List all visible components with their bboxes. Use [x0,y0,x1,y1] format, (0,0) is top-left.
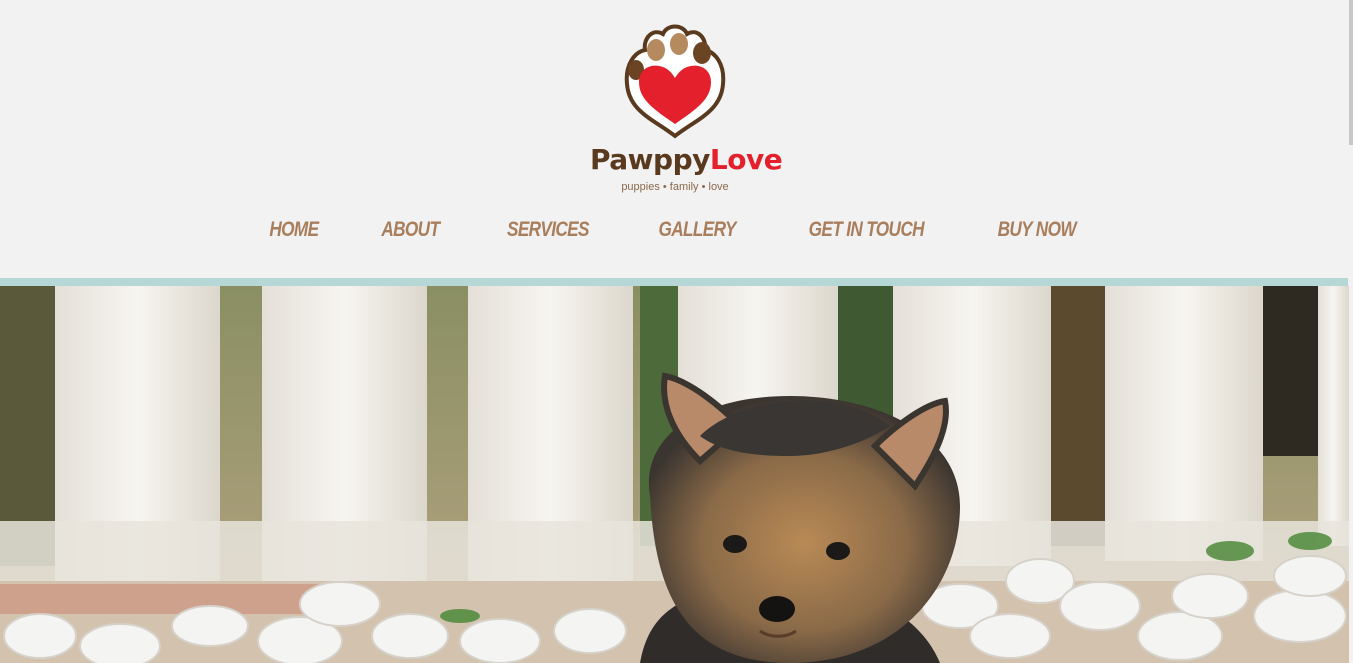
brand-name: PawppyLove [590,143,783,176]
nav-about[interactable]: ABOUT [360,212,461,252]
brand-tagline: puppies • family • love [621,181,729,193]
brand-name-part2: Love [709,143,783,176]
nav-services[interactable]: SERVICES [486,212,610,252]
puppy-photo [0,286,1349,663]
main-nav: HOME ABOUT SERVICES GALLERY GET IN TOUCH… [0,212,1348,252]
nav-buy-now[interactable]: BUY NOW [976,212,1097,252]
site-logo[interactable]: PawppyLove puppies • family • love [590,20,783,198]
scrollbar-thumb[interactable] [1349,0,1353,145]
site-header: PawppyLove puppies • family • love HOME … [0,0,1348,278]
paw-heart-icon [624,24,726,139]
nav-get-in-touch[interactable]: GET IN TOUCH [788,212,946,252]
brand-name-part1: Pawppy [590,143,710,176]
nav-gallery[interactable]: GALLERY [637,212,757,252]
hero-image [0,286,1349,663]
nav-home[interactable]: HOME [248,212,340,252]
accent-divider [0,278,1348,286]
